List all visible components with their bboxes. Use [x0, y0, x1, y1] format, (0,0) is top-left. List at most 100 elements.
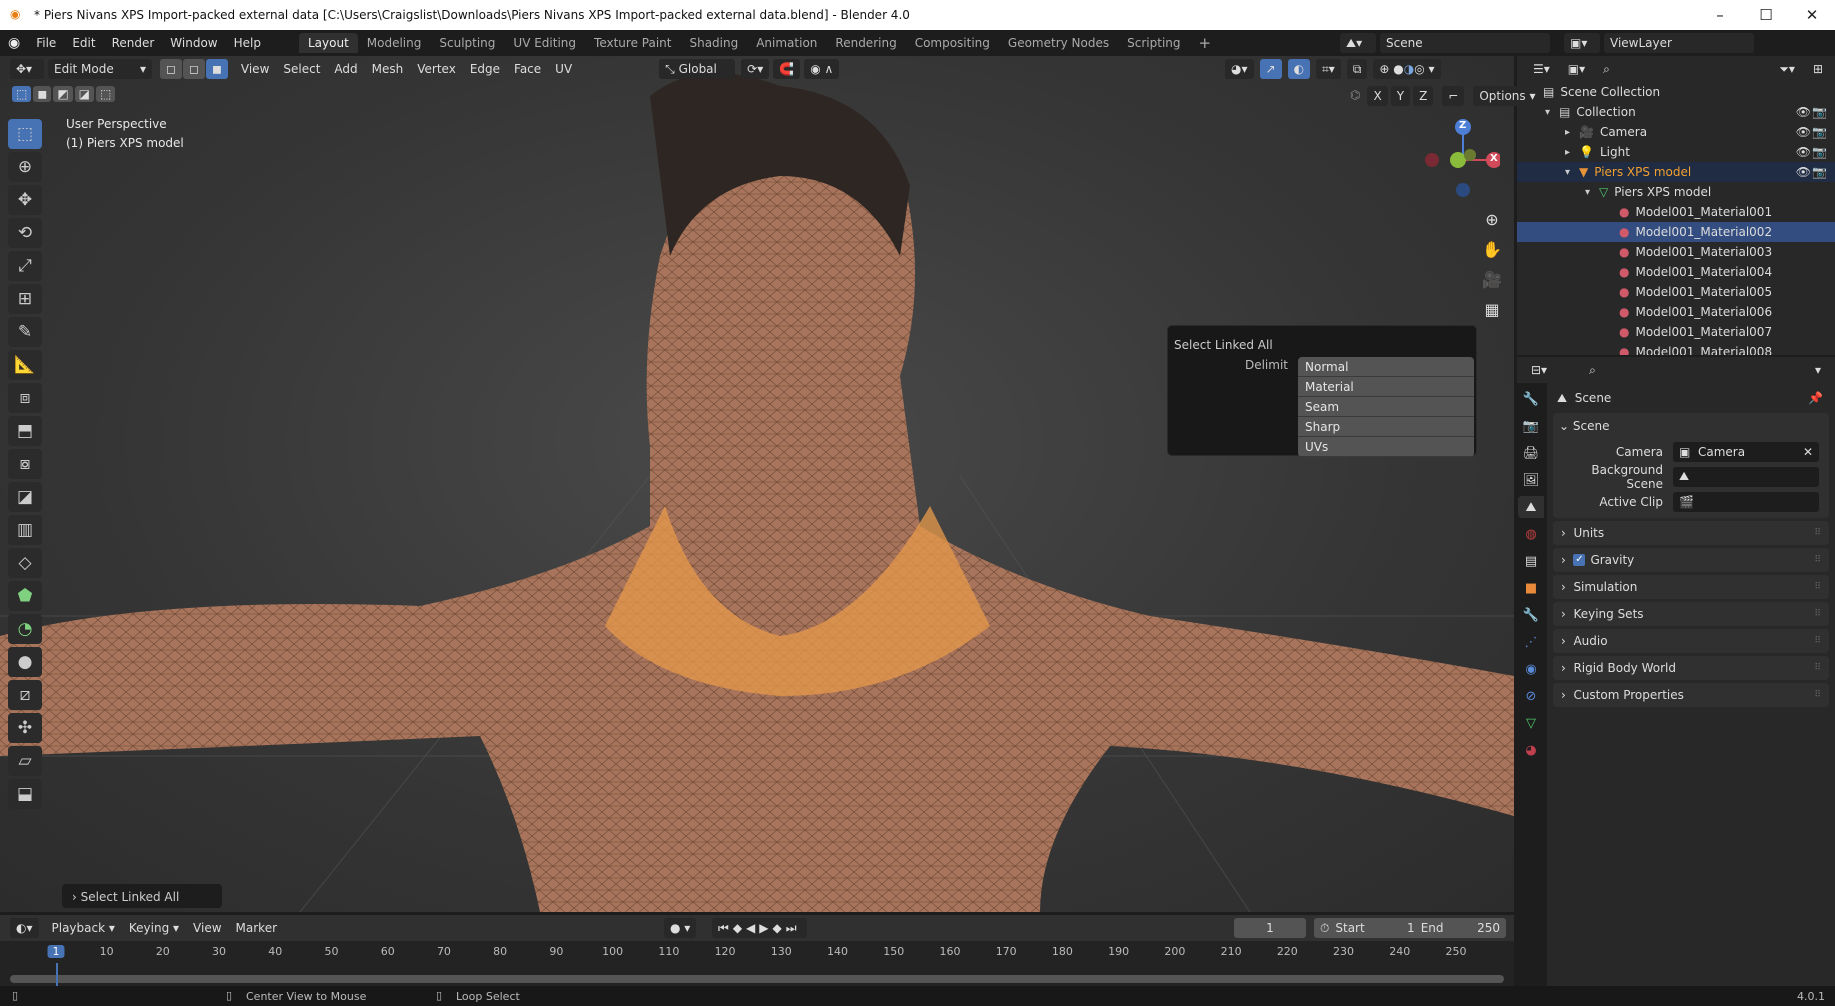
select-intersect-icon[interactable]: ⬚ — [96, 86, 116, 102]
smooth-tool-icon[interactable]: ● — [8, 647, 42, 677]
outliner-row-collection[interactable]: ▾ ▤ Collection 👁 📷 — [1517, 102, 1835, 122]
render-camera-icon[interactable]: 📷 — [1812, 105, 1827, 119]
options-dropdown[interactable]: Options ▾ — [1473, 86, 1542, 106]
panel-keying-sets[interactable]: › Keying Sets ⠿ — [1553, 602, 1829, 626]
rip-tool-icon[interactable]: ⬓ — [8, 779, 42, 809]
add-cube-tool-icon[interactable]: ⧈ — [8, 383, 42, 413]
render-camera-icon[interactable]: 📷 — [1812, 165, 1827, 179]
scene-panel-header[interactable]: ⌄ Scene — [1553, 413, 1829, 439]
rotate-tool-icon[interactable]: ⟲ — [8, 218, 42, 248]
proportional-edit-icon[interactable]: ◉ ∧ — [804, 59, 840, 79]
current-frame-marker[interactable]: 1 — [47, 945, 65, 958]
minimize-button[interactable]: – — [1697, 0, 1743, 30]
tab-modeling[interactable]: Modeling — [358, 33, 431, 53]
tab-compositing[interactable]: Compositing — [906, 33, 999, 53]
camera-field[interactable]: ▣ Camera ✕ — [1673, 441, 1819, 462]
add-workspace-button[interactable]: + — [1190, 31, 1221, 55]
tab-uv-editing[interactable]: UV Editing — [504, 33, 585, 53]
play-icon[interactable]: ▶ — [759, 921, 772, 935]
measure-tool-icon[interactable]: 📐 — [8, 350, 42, 380]
shrink-fatten-tool-icon[interactable]: ✣ — [8, 713, 42, 743]
drag-handle-icon[interactable]: ⠿ — [1814, 582, 1821, 592]
gizmo-toggle-icon[interactable]: ↗ — [1259, 59, 1282, 79]
world-tab-icon[interactable]: ◍ — [1518, 523, 1544, 545]
drag-handle-icon[interactable]: ⠿ — [1814, 528, 1821, 538]
menu-uv[interactable]: UV — [548, 62, 579, 76]
delimit-material[interactable]: Material — [1298, 377, 1474, 397]
outliner-row-material[interactable]: ● Model001_Material007 — [1517, 322, 1835, 342]
view-layer-tab-icon[interactable]: 🖼 — [1518, 469, 1544, 491]
start-frame-field[interactable]: Start 1 — [1335, 921, 1414, 935]
pan-hand-icon[interactable]: ✋ — [1480, 235, 1504, 265]
menu-edit[interactable]: Edit — [64, 36, 103, 50]
panel-units[interactable]: › Units ⠿ — [1553, 521, 1829, 545]
menu-view[interactable]: View — [186, 921, 228, 935]
perspective-grid-icon[interactable]: ▦ — [1480, 295, 1504, 325]
new-collection-icon[interactable]: ⊞ — [1806, 59, 1829, 79]
zoom-icon[interactable]: ⊕ — [1480, 205, 1504, 235]
viewlayer-selector[interactable]: ViewLayer — [1604, 33, 1754, 53]
menu-window[interactable]: Window — [162, 36, 225, 50]
vertex-select-icon[interactable]: ◻ — [160, 59, 182, 79]
next-keyframe-icon[interactable]: ◆ — [773, 921, 786, 935]
editor-type-icon[interactable]: ◐▾ — [10, 918, 39, 938]
pin-icon[interactable]: 📌 — [1808, 391, 1823, 405]
shading-modes[interactable]: ⊕ ● ◑ ◎ ▾ — [1373, 59, 1441, 79]
filter-icon[interactable]: ⏷▾ — [1773, 59, 1801, 79]
menu-face[interactable]: Face — [507, 62, 548, 76]
menu-render[interactable]: Render — [104, 36, 163, 50]
extrude-tool-icon[interactable]: ⬒ — [8, 416, 42, 446]
eye-icon[interactable]: 👁 — [1796, 165, 1811, 179]
edge-slide-tool-icon[interactable]: ⧄ — [8, 680, 42, 710]
camera-view-icon[interactable]: 🎥 — [1480, 265, 1504, 295]
drag-handle-icon[interactable]: ⠿ — [1814, 555, 1821, 565]
output-tab-icon[interactable]: 🖨 — [1518, 442, 1544, 464]
visibility-icon[interactable]: ◕▾ — [1225, 59, 1254, 79]
background-scene-field[interactable]: ⛰ — [1673, 466, 1819, 487]
xray-icon[interactable]: ⧉ — [1346, 59, 1368, 79]
clear-icon[interactable]: ✕ — [1803, 445, 1813, 459]
eye-icon[interactable]: 👁 — [1796, 105, 1811, 119]
panel-simulation[interactable]: › Simulation ⠿ — [1553, 575, 1829, 599]
render-tab-icon[interactable]: 📷 — [1518, 415, 1544, 437]
scene-type-icon[interactable]: ⛰▾ — [1340, 33, 1376, 53]
axis-z-toggle[interactable]: Z — [1413, 86, 1434, 106]
menu-file[interactable]: File — [28, 36, 64, 50]
panel-custom-properties[interactable]: › Custom Properties ⠿ — [1553, 683, 1829, 707]
physics-tab-icon[interactable]: ◉ — [1518, 658, 1544, 680]
current-frame-field[interactable]: 1 — [1234, 918, 1306, 938]
active-clip-field[interactable]: 🎬 — [1673, 491, 1819, 512]
panel-gravity[interactable]: › ✓ Gravity ⠿ — [1553, 548, 1829, 572]
drag-handle-icon[interactable]: ⠿ — [1814, 663, 1821, 673]
scene-selector[interactable]: Scene — [1380, 33, 1550, 53]
drag-handle-icon[interactable]: ⠿ — [1814, 636, 1821, 646]
tab-shading[interactable]: Shading — [680, 33, 747, 53]
data-tab-icon[interactable]: ▽ — [1518, 712, 1544, 734]
tab-animation[interactable]: Animation — [747, 33, 826, 53]
expand-toggle[interactable]: ▸ — [1565, 147, 1579, 158]
tab-geometry-nodes[interactable]: Geometry Nodes — [999, 33, 1118, 53]
auto-merge-icon[interactable]: ⌐ — [1442, 86, 1465, 106]
particles-tab-icon[interactable]: ⋰ — [1518, 631, 1544, 653]
options-chevron-icon[interactable]: ▾ — [1808, 360, 1827, 380]
axis-y-toggle[interactable]: Y — [1390, 86, 1411, 106]
3d-viewport[interactable] — [0, 56, 1514, 912]
material-tab-icon[interactable]: ◕ — [1518, 739, 1544, 761]
select-box-tool-icon[interactable]: ⬚ — [8, 119, 42, 149]
expand-toggle[interactable]: ▸ — [1565, 127, 1579, 138]
loop-cut-tool-icon[interactable]: ▥ — [8, 515, 42, 545]
filter-view-icon[interactable]: ▣▾ — [1561, 59, 1592, 79]
timeline-scrollbar[interactable] — [10, 975, 1504, 983]
scale-tool-icon[interactable]: ⤢ — [8, 251, 42, 281]
drag-handle-icon[interactable]: ⠿ — [1814, 690, 1821, 700]
delimit-uvs[interactable]: UVs — [1298, 437, 1474, 457]
select-new-icon[interactable]: ⬚ — [12, 86, 32, 102]
menu-vertex[interactable]: Vertex — [410, 62, 463, 76]
blender-menu-icon[interactable]: ◉ — [0, 35, 28, 51]
maximize-button[interactable]: ☐ — [1743, 0, 1789, 30]
eye-icon[interactable]: 👁 — [1796, 145, 1811, 159]
menu-marker[interactable]: Marker — [229, 921, 284, 935]
mesh-overlay-icon[interactable]: ⌗▾ — [1316, 59, 1341, 79]
spin-tool-icon[interactable]: ◔ — [8, 614, 42, 644]
play-reverse-icon[interactable]: ◀ — [746, 921, 759, 935]
